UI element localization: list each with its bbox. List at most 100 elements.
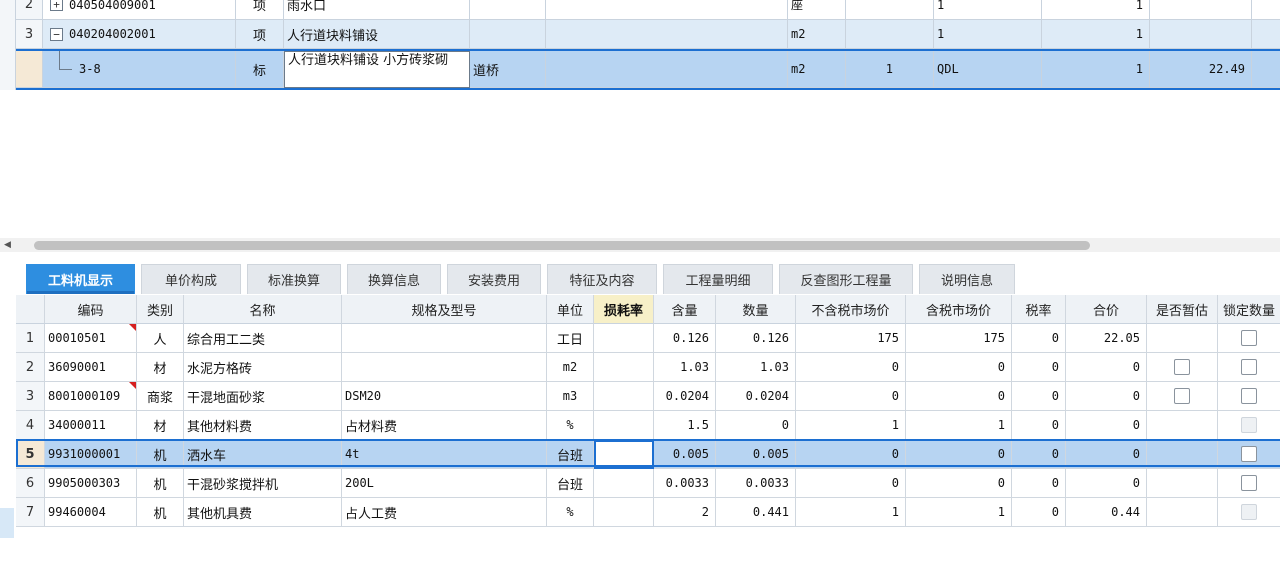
qty-cell[interactable]: 1 <box>1042 51 1150 88</box>
loss-cell[interactable] <box>594 498 654 527</box>
content-cell[interactable]: 2 <box>654 498 716 527</box>
code-cell[interactable]: 00010501 <box>45 324 137 353</box>
price-in-cell[interactable]: 175 <box>906 324 1012 353</box>
expand-icon[interactable]: + <box>50 0 63 11</box>
loss-cell[interactable] <box>594 324 654 353</box>
name-cell[interactable]: 干混砂浆搅拌机 <box>184 469 342 498</box>
total-cell[interactable]: 0 <box>1066 440 1147 469</box>
lock-checkbox[interactable] <box>1241 475 1257 491</box>
tab-standard-conversion[interactable]: 标准换算 <box>247 264 341 294</box>
total-cell[interactable]: 0 <box>1066 382 1147 411</box>
profession-cell[interactable] <box>470 20 546 49</box>
unit-cell[interactable]: m2 <box>547 353 594 382</box>
header-quantity[interactable]: 数量 <box>716 295 796 324</box>
header-code[interactable]: 编码 <box>45 295 137 324</box>
tax-cell[interactable]: 0 <box>1012 324 1066 353</box>
code-cell[interactable]: + 040504009001 <box>43 0 236 20</box>
loss-cell[interactable] <box>594 353 654 382</box>
code-cell[interactable]: 9905000303 <box>45 469 137 498</box>
content-cell[interactable]: 1.03 <box>654 353 716 382</box>
horizontal-scrollbar[interactable]: ◀ <box>0 238 1280 252</box>
spec-cell[interactable] <box>342 353 547 382</box>
price-ex-cell[interactable]: 0 <box>796 440 906 469</box>
tab-conversion-info[interactable]: 换算信息 <box>347 264 441 294</box>
loss-cell[interactable] <box>594 469 654 498</box>
price-ex-cell[interactable]: 0 <box>796 382 906 411</box>
table-row[interactable]: 6 9905000303 机 干混砂浆搅拌机 200L 台班 0.0033 0.… <box>16 469 1280 498</box>
spec-cell[interactable] <box>342 324 547 353</box>
lock-checkbox[interactable] <box>1241 359 1257 375</box>
loss-rate-edit-cell[interactable] <box>594 440 654 469</box>
name-cell[interactable]: 雨水口 <box>284 0 470 20</box>
profession-cell[interactable] <box>470 0 546 20</box>
table-row[interactable]: 4 34000011 材 其他材料费 占材料费 % 1.5 0 1 1 0 0 <box>16 411 1280 440</box>
tax-cell[interactable]: 0 <box>1012 469 1066 498</box>
unit-cell[interactable]: 座 <box>788 0 846 20</box>
unit-cell[interactable]: m3 <box>547 382 594 411</box>
type-cell[interactable]: 机 <box>137 498 184 527</box>
table-row[interactable]: 1 00010501 人 综合用工二类 工日 0.126 0.126 175 1… <box>16 324 1280 353</box>
price-in-cell[interactable]: 1 <box>906 411 1012 440</box>
content-cell[interactable]: 0.005 <box>654 440 716 469</box>
header-content[interactable]: 含量 <box>654 295 716 324</box>
code-cell[interactable]: 8001000109 <box>45 382 137 411</box>
name-cell[interactable]: 其他材料费 <box>184 411 342 440</box>
code-cell[interactable]: 9931000001 <box>45 440 137 469</box>
quantity-cell[interactable]: 0.0204 <box>716 382 796 411</box>
extra-cell[interactable] <box>1252 0 1280 20</box>
table-row[interactable]: 7 99460004 机 其他机具费 占人工费 % 2 0.441 1 1 0 … <box>16 498 1280 527</box>
code-cell[interactable]: 99460004 <box>45 498 137 527</box>
scroll-left-icon[interactable]: ◀ <box>4 240 11 250</box>
qty-code-cell[interactable]: QDL <box>934 51 1042 88</box>
qty-code-cell[interactable]: 1 <box>934 20 1042 49</box>
unit-cell[interactable]: 台班 <box>547 469 594 498</box>
content-cell[interactable]: 1.5 <box>654 411 716 440</box>
type-cell[interactable]: 材 <box>137 353 184 382</box>
type-cell[interactable]: 机 <box>137 440 184 469</box>
price-ex-cell[interactable]: 1 <box>796 498 906 527</box>
total-cell[interactable]: 0 <box>1066 353 1147 382</box>
header-unit[interactable]: 单位 <box>547 295 594 324</box>
tax-cell[interactable]: 0 <box>1012 411 1066 440</box>
unit-cell[interactable]: % <box>547 498 594 527</box>
total-cell[interactable]: 0.44 <box>1066 498 1147 527</box>
top-grid-row[interactable]: 3 − 040204002001 项 人行道块料铺设 m2 1 1 <box>16 20 1280 49</box>
total-cell[interactable]: 0 <box>1066 469 1147 498</box>
tab-unit-price[interactable]: 单价构成 <box>141 264 241 294</box>
header-spec[interactable]: 规格及型号 <box>342 295 547 324</box>
tab-notes[interactable]: 说明信息 <box>919 264 1015 294</box>
type-cell[interactable]: 人 <box>137 324 184 353</box>
top-grid-row-selected[interactable]: 3-8 标 人行道块料铺设 小方砖浆砌 道桥 m2 1 QDL 1 22.49 <box>16 49 1280 90</box>
name-cell[interactable]: 人行道块料铺设 小方砖浆砌 <box>284 51 470 88</box>
code-cell[interactable]: 36090001 <box>45 353 137 382</box>
header-price-in-tax[interactable]: 含税市场价 <box>906 295 1012 324</box>
content-cell[interactable]: 0.0204 <box>654 382 716 411</box>
type-cell[interactable]: 材 <box>137 411 184 440</box>
header-price-ex-tax[interactable]: 不含税市场价 <box>796 295 906 324</box>
extra-cell[interactable] <box>1252 20 1280 49</box>
price-cell[interactable] <box>1150 20 1252 49</box>
price-ex-cell[interactable]: 0 <box>796 353 906 382</box>
qty-expr-cell[interactable] <box>846 0 934 20</box>
header-tax-rate[interactable]: 税率 <box>1012 295 1066 324</box>
header-estimate[interactable]: 是否暂估 <box>1147 295 1218 324</box>
quantity-cell[interactable]: 0.005 <box>716 440 796 469</box>
type-cell[interactable]: 标 <box>236 51 284 88</box>
unit-cell[interactable]: 工日 <box>547 324 594 353</box>
name-cell[interactable]: 人行道块料铺设 <box>284 20 470 49</box>
unit-cell[interactable]: % <box>547 411 594 440</box>
qty-cell[interactable]: 1 <box>1042 0 1150 20</box>
price-cell[interactable] <box>1150 0 1252 20</box>
unit-cell[interactable]: 台班 <box>547 440 594 469</box>
quantity-cell[interactable]: 0.0033 <box>716 469 796 498</box>
price-in-cell[interactable]: 0 <box>906 440 1012 469</box>
header-type[interactable]: 类别 <box>137 295 184 324</box>
content-cell[interactable]: 0.126 <box>654 324 716 353</box>
unit-cell[interactable]: m2 <box>788 51 846 88</box>
tax-cell[interactable]: 0 <box>1012 440 1066 469</box>
estimate-checkbox[interactable] <box>1174 359 1190 375</box>
feature-cell[interactable] <box>546 51 788 88</box>
spec-cell[interactable]: 占材料费 <box>342 411 547 440</box>
qty-expr-cell[interactable]: 1 <box>846 51 934 88</box>
price-ex-cell[interactable]: 1 <box>796 411 906 440</box>
